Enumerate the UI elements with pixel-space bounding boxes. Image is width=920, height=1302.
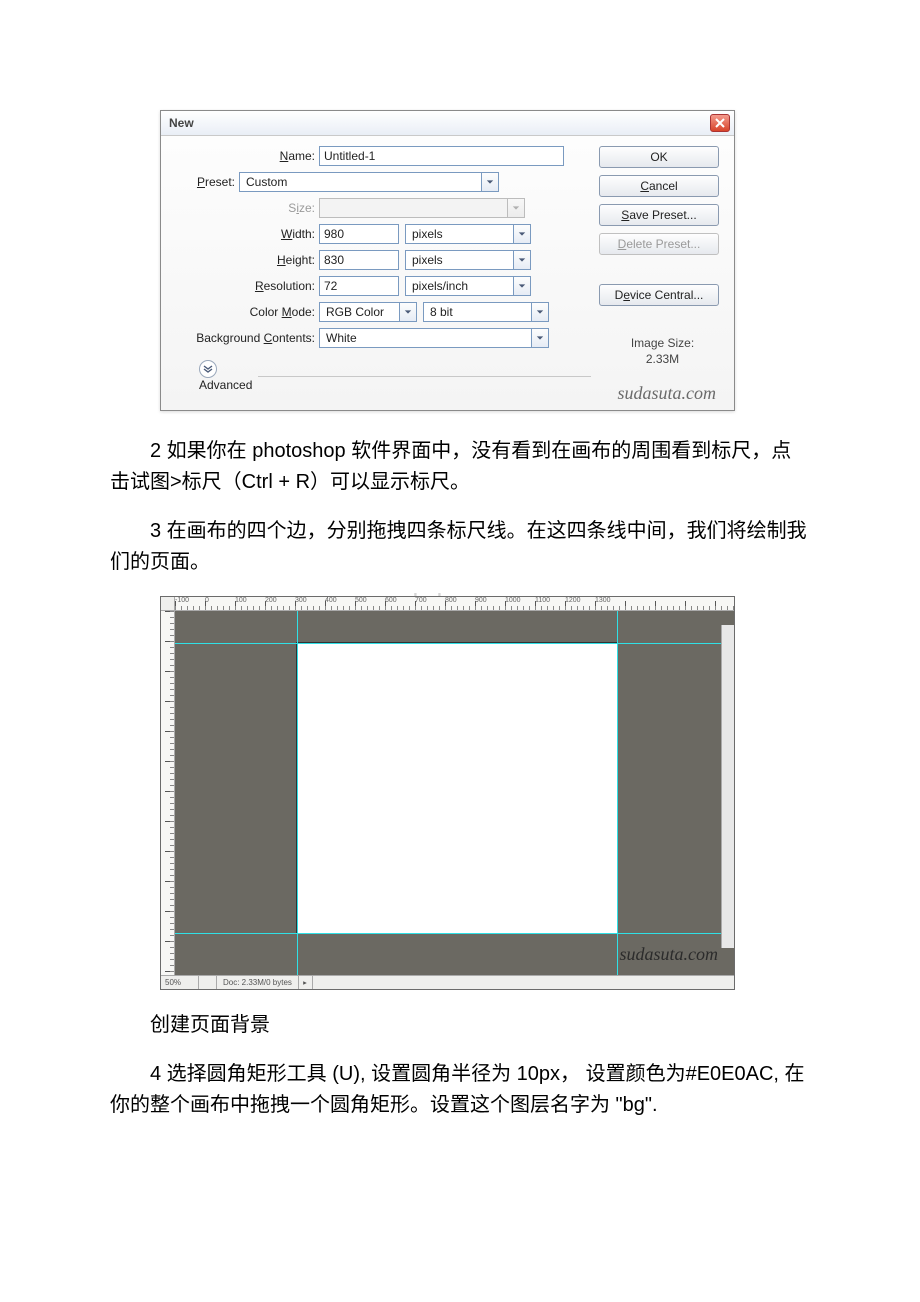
delete-preset-button: Delete Preset... [599, 233, 719, 255]
ruler-tick-label: 500 [355, 597, 385, 604]
chevron-down-icon[interactable] [513, 276, 531, 296]
status-bar: 50% Doc: 2.33M/0 bytes [161, 975, 734, 989]
ok-button[interactable]: OK [599, 146, 719, 168]
preset-label: Preset: [169, 175, 239, 189]
ruler-tick-label: 700 [415, 597, 445, 604]
ruler-corner [161, 597, 175, 611]
name-label: Name: [169, 149, 319, 163]
height-label: Height: [169, 253, 319, 267]
close-icon [715, 118, 725, 128]
photoshop-new-dialog: New Name: Preset: Custom [160, 110, 735, 411]
ruler-tick-label: 900 [475, 597, 505, 604]
watermark-text: sudasuta.com [618, 383, 717, 404]
chevron-down-icon[interactable] [513, 224, 531, 244]
guide-horizontal-bottom[interactable] [175, 933, 734, 934]
ruler-tick-label: 1300 [595, 597, 625, 604]
zoom-level[interactable]: 50% [161, 976, 199, 989]
width-unit-select[interactable]: pixels [405, 224, 531, 244]
canvas-watermark: sudasuta.com [620, 944, 719, 965]
ruler-horizontal[interactable]: -100010020030040050060070080090010001100… [161, 597, 734, 611]
name-input[interactable] [319, 146, 564, 166]
chevron-down-icon[interactable] [481, 172, 499, 192]
canvas-stage[interactable]: sudasuta.com [175, 611, 734, 975]
width-label: Width: [169, 227, 319, 241]
ruler-tick-label: 600 [385, 597, 415, 604]
resolution-input[interactable] [319, 276, 399, 296]
image-size-label: Image Size: [599, 336, 726, 350]
paragraph-4: 4 选择圆角矩形工具 (U), 设置圆角半径为 10px， 设置颜色为#E0E0… [110, 1059, 810, 1121]
double-chevron-down-icon [203, 364, 213, 374]
ruler-vertical[interactable] [161, 611, 175, 975]
chevron-down-icon[interactable] [399, 302, 417, 322]
height-unit-select[interactable]: pixels [405, 250, 531, 270]
paragraph-2: 2 如果你在 photoshop 软件界面中，没有看到在画布的周围看到标尺，点击… [110, 436, 810, 498]
status-arrow-icon[interactable] [299, 976, 313, 989]
dialog-title: New [169, 116, 194, 130]
section-heading: 创建页面背景 [110, 1010, 810, 1041]
ruler-tick-label: 800 [445, 597, 475, 604]
scrollbar-vertical[interactable] [721, 625, 734, 948]
preset-select[interactable]: Custom [239, 172, 499, 192]
size-label: Size: [169, 201, 319, 215]
ruler-tick-label: -100 [175, 597, 205, 604]
resolution-unit-select[interactable]: pixels/inch [405, 276, 531, 296]
guide-vertical-right[interactable] [617, 611, 618, 975]
advanced-toggle[interactable] [199, 360, 217, 378]
image-size-value: 2.33M [599, 352, 726, 366]
advanced-section: Advanced [193, 360, 591, 398]
chevron-down-icon[interactable] [531, 328, 549, 348]
guide-vertical-left[interactable] [297, 611, 298, 975]
chevron-down-icon[interactable] [531, 302, 549, 322]
canvas-figure: www.bdoox.com -1000100200300400500600700… [160, 596, 735, 990]
advanced-label: Advanced [199, 378, 252, 392]
dialog-titlebar: New [161, 111, 734, 136]
close-button[interactable] [710, 114, 730, 132]
ruler-tick-label: 300 [295, 597, 325, 604]
device-central-button[interactable]: Device Central... [599, 284, 719, 306]
width-input[interactable] [319, 224, 399, 244]
chevron-down-icon[interactable] [513, 250, 531, 270]
cancel-button[interactable]: Cancel [599, 175, 719, 197]
resolution-label: Resolution: [169, 279, 319, 293]
paragraph-3: 3 在画布的四个边，分别拖拽四条标尺线。在这四条线中间，我们将绘制我们的页面。 [110, 516, 810, 578]
ruler-tick-label: 100 [235, 597, 265, 604]
ruler-tick-label: 200 [265, 597, 295, 604]
color-mode-select[interactable]: RGB Color [319, 302, 417, 322]
canvas-document [297, 643, 617, 933]
ruler-tick-label: 1200 [565, 597, 595, 604]
guide-horizontal-top[interactable] [175, 643, 734, 644]
background-contents-select[interactable]: White [319, 328, 549, 348]
ruler-tick-label: 400 [325, 597, 355, 604]
bit-depth-select[interactable]: 8 bit [423, 302, 549, 322]
save-preset-button[interactable]: Save Preset... [599, 204, 719, 226]
ruler-tick-label: 0 [205, 597, 235, 604]
color-mode-label: Color Mode: [169, 305, 319, 319]
doc-size-info: Doc: 2.33M/0 bytes [217, 976, 299, 989]
size-select [319, 198, 525, 218]
background-contents-label: Background Contents: [169, 331, 319, 345]
chevron-down-icon [507, 198, 525, 218]
height-input[interactable] [319, 250, 399, 270]
ruler-tick-label: 1100 [535, 597, 565, 604]
ruler-tick-label: 1000 [505, 597, 535, 604]
